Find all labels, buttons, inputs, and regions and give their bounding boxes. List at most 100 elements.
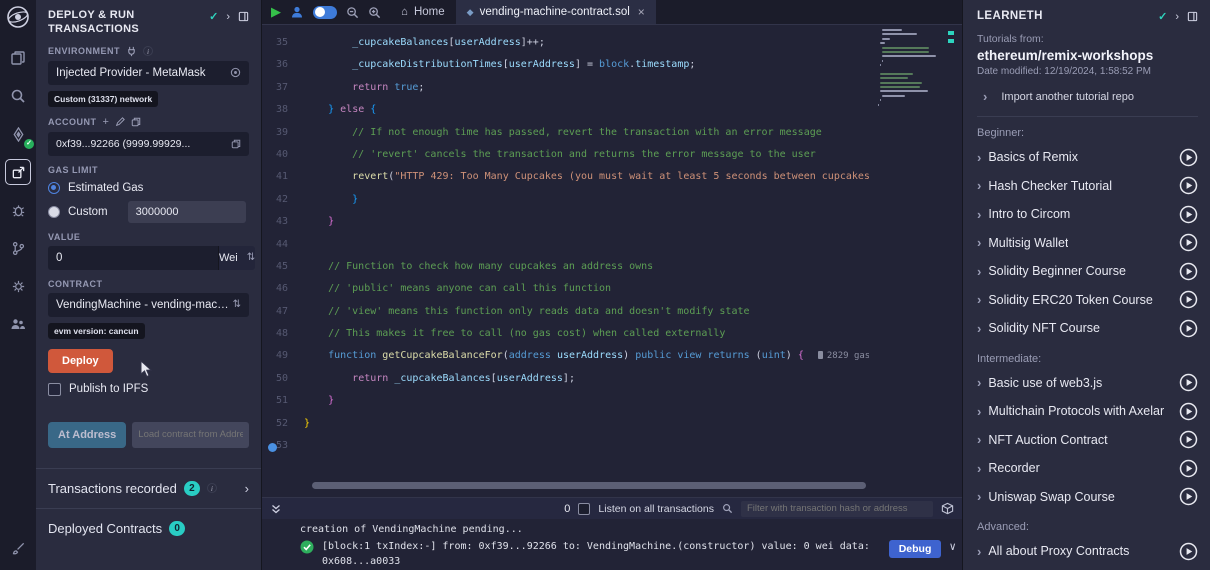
play-tutorial-icon[interactable] — [1179, 542, 1198, 561]
transaction-entry[interactable]: [block:1 txIndex:-] from: 0xf39...92266 … — [300, 540, 956, 570]
close-tab-icon[interactable]: × — [638, 5, 645, 19]
community-icon[interactable] — [6, 312, 30, 336]
custom-gas-input[interactable] — [128, 201, 246, 223]
tab-vending-machine-contract[interactable]: ◆ vending-machine-contract.sol × — [456, 0, 656, 24]
play-tutorial-icon[interactable] — [1179, 487, 1198, 506]
remix-logo-icon[interactable] — [6, 5, 30, 29]
zoom-in-icon[interactable] — [368, 6, 381, 19]
plugin-manager-icon[interactable] — [6, 274, 30, 298]
add-account-icon[interactable]: + — [103, 116, 109, 128]
value-input[interactable] — [48, 246, 218, 270]
panel-pin-icon[interactable] — [1187, 11, 1198, 22]
breakpoint-dot[interactable] — [268, 443, 277, 452]
tutorial-item[interactable]: ›All about Proxy Contracts — [977, 537, 1198, 566]
expand-transaction-icon[interactable]: ∨ — [949, 540, 956, 553]
code-line[interactable]: 49 function getCupcakeBalanceFor(address… — [262, 345, 962, 367]
code-editor[interactable]: 35 _cupcakeBalances[userAddress]++;36 _c… — [262, 25, 962, 497]
code-line[interactable]: 44 — [262, 234, 962, 256]
tutorial-item[interactable]: ›NFT Auction Contract — [977, 426, 1198, 455]
play-tutorial-icon[interactable] — [1179, 402, 1198, 421]
play-tutorial-icon[interactable] — [1179, 290, 1198, 309]
code-line[interactable]: 42 } — [262, 189, 962, 211]
sign-message-icon[interactable] — [115, 117, 125, 127]
code-line[interactable]: 37 return true; — [262, 77, 962, 99]
estimated-gas-radio[interactable] — [48, 182, 60, 194]
code-line[interactable]: 46 // 'public' means anyone can call thi… — [262, 278, 962, 300]
terminal-filter-input[interactable] — [741, 501, 933, 517]
copy-icon[interactable] — [231, 139, 241, 149]
play-tutorial-icon[interactable] — [1179, 148, 1198, 167]
tutorial-item[interactable]: ›Solidity NFT Course — [977, 314, 1198, 343]
tutorial-item[interactable]: ›Multichain Protocols with Axelar — [977, 397, 1198, 426]
deployed-contracts-row[interactable]: Deployed Contracts 0 — [36, 508, 261, 548]
terminal-collapse-icon[interactable] — [270, 503, 282, 515]
code-line[interactable]: 47 // 'view' means this function only re… — [262, 301, 962, 323]
tutorial-item[interactable]: ›Intro to Circom — [977, 200, 1198, 229]
play-tutorial-icon[interactable] — [1179, 373, 1198, 392]
run-script-icon[interactable]: ▶ — [271, 4, 281, 20]
deploy-button[interactable]: Deploy — [48, 349, 113, 373]
play-tutorial-icon[interactable] — [1179, 205, 1198, 224]
theme-brush-icon[interactable] — [6, 536, 30, 560]
assistant-person-icon[interactable] — [290, 5, 304, 19]
code-line[interactable]: 43 } — [262, 211, 962, 233]
git-icon[interactable] — [6, 236, 30, 260]
tutorial-item[interactable]: ›Basic use of web3.js — [977, 369, 1198, 398]
copy-account-icon[interactable] — [131, 117, 141, 127]
horizontal-scrollbar[interactable] — [312, 482, 866, 489]
at-address-button[interactable]: At Address — [48, 422, 126, 448]
deploy-run-icon[interactable] — [6, 160, 30, 184]
chevron-right-icon[interactable]: › — [245, 481, 249, 496]
tutorial-item[interactable]: ›Uniswap Swap Course — [977, 483, 1198, 512]
code-line[interactable]: 48 // This makes it free to call (no gas… — [262, 323, 962, 345]
code-line[interactable]: 41 revert("HTTP 429: Too Many Cupcakes (… — [262, 166, 962, 188]
tutorial-item[interactable]: ›Basics of Remix — [977, 143, 1198, 172]
search-icon[interactable] — [6, 84, 30, 108]
transactions-recorded-row[interactable]: Transactions recorded 2 i › — [36, 468, 261, 508]
block-icon[interactable] — [941, 502, 954, 515]
play-tutorial-icon[interactable] — [1179, 430, 1198, 449]
code-line[interactable]: 39 // If not enough time has passed, rev… — [262, 122, 962, 144]
panel-expand-icon[interactable]: › — [226, 11, 230, 23]
play-tutorial-icon[interactable] — [1179, 176, 1198, 195]
code-line[interactable]: 52} — [262, 413, 962, 435]
account-select[interactable]: 0xf39...92266 (9999.99929... — [48, 132, 249, 156]
tutorial-item[interactable]: ›Solidity Beginner Course — [977, 257, 1198, 286]
import-tutorial-link[interactable]: › Import another tutorial repo — [983, 89, 1198, 104]
code-line[interactable]: 35 _cupcakeBalances[userAddress]++; — [262, 32, 962, 54]
tab-home[interactable]: ⌂ Home — [390, 0, 456, 24]
code-line[interactable]: 50 return _cupcakeBalances[userAddress]; — [262, 368, 962, 390]
contract-select[interactable]: VendingMachine - vending-machin ⇅ — [48, 293, 249, 317]
info-icon[interactable]: i — [207, 483, 217, 493]
plug-icon[interactable] — [126, 46, 137, 57]
panel-expand-icon[interactable]: › — [1175, 11, 1179, 23]
ai-copilot-toggle[interactable] — [313, 6, 337, 19]
play-tutorial-icon[interactable] — [1179, 459, 1198, 478]
value-unit-select[interactable]: Wei ⇅ — [218, 246, 255, 270]
tutorial-item[interactable]: ›Hash Checker Tutorial — [977, 172, 1198, 201]
solidity-compiler-icon[interactable]: ✓ — [6, 122, 30, 146]
panel-pin-icon[interactable] — [238, 11, 249, 22]
environment-settings-icon[interactable] — [230, 67, 241, 78]
custom-gas-radio[interactable] — [48, 206, 60, 218]
play-tutorial-icon[interactable] — [1179, 233, 1198, 252]
code-line[interactable]: 36 _cupcakeDistributionTimes[userAddress… — [262, 54, 962, 76]
tutorial-item[interactable]: ›Recorder — [977, 454, 1198, 483]
tutorial-item[interactable]: ›Multisig Wallet — [977, 229, 1198, 258]
environment-select[interactable]: Injected Provider - MetaMask — [48, 61, 249, 85]
at-address-input[interactable] — [132, 422, 249, 448]
publish-ipfs-checkbox[interactable] — [48, 383, 61, 396]
debug-button[interactable]: Debug — [889, 540, 942, 558]
code-line[interactable]: 38 } else { — [262, 99, 962, 121]
minimap[interactable] — [878, 29, 934, 112]
debugger-icon[interactable] — [6, 198, 30, 222]
code-line[interactable]: 45 // Function to check how many cupcake… — [262, 256, 962, 278]
code-line[interactable]: 51 } — [262, 390, 962, 412]
info-icon[interactable]: i — [143, 46, 153, 56]
play-tutorial-icon[interactable] — [1179, 262, 1198, 281]
code-line[interactable]: 40 // 'revert' cancels the transaction a… — [262, 144, 962, 166]
zoom-out-icon[interactable] — [346, 6, 359, 19]
listen-all-checkbox[interactable] — [578, 503, 590, 515]
tutorial-item[interactable]: ›Solidity ERC20 Token Course — [977, 286, 1198, 315]
code-line[interactable]: 53 — [262, 435, 962, 457]
